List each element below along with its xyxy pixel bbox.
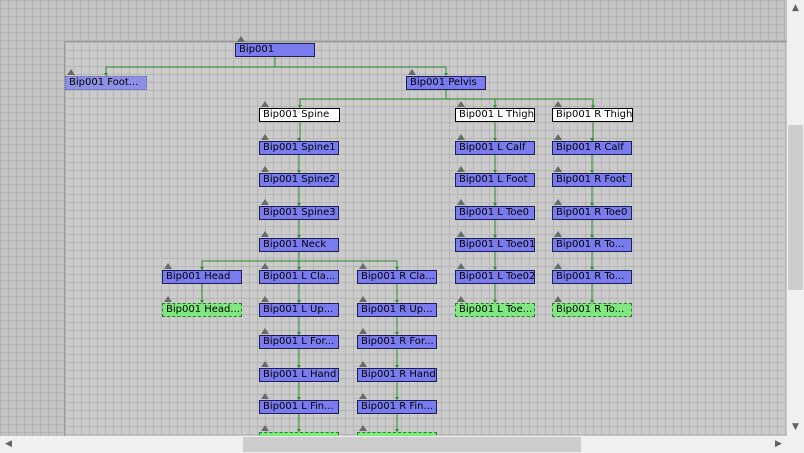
node-lthigh[interactable]: Bip001 L Thigh — [455, 108, 535, 122]
scroll-right-icon[interactable]: ▶ — [770, 436, 787, 453]
expand-triangle-icon[interactable] — [359, 328, 367, 334]
expand-triangle-icon[interactable] — [261, 263, 269, 269]
vertical-scrollbar[interactable]: ▲ ▼ — [787, 0, 804, 436]
node-rfinger[interactable]: Bip001 R Fin... — [357, 400, 437, 414]
expand-triangle-icon[interactable] — [261, 328, 269, 334]
scroll-up-icon[interactable]: ▲ — [787, 0, 804, 17]
expand-triangle-icon[interactable] — [554, 199, 562, 205]
expand-triangle-icon[interactable] — [359, 263, 367, 269]
link-neck-rclav — [298, 252, 398, 270]
expand-triangle-icon[interactable] — [457, 263, 465, 269]
expand-triangle-icon[interactable] — [164, 296, 172, 302]
node-spine3[interactable]: Bip001 Spine3 — [259, 206, 339, 220]
node-rtoenub[interactable]: Bip001 R To... — [552, 303, 632, 317]
link-neck-head — [201, 252, 300, 270]
node-pelvis[interactable]: Bip001 Pelvis — [406, 76, 486, 90]
expand-triangle-icon[interactable] — [408, 69, 416, 75]
expand-triangle-icon[interactable] — [237, 36, 245, 42]
node-lfinger[interactable]: Bip001 L Fin... — [259, 400, 339, 414]
expand-triangle-icon[interactable] — [457, 134, 465, 140]
node-headnub[interactable]: Bip001 Head... — [162, 303, 242, 317]
node-neck[interactable]: Bip001 Neck — [259, 238, 339, 252]
expand-triangle-icon[interactable] — [554, 296, 562, 302]
node-rtoe01[interactable]: Bip001 R To... — [552, 238, 632, 252]
expand-triangle-icon[interactable] — [457, 231, 465, 237]
expand-triangle-icon[interactable] — [359, 393, 367, 399]
node-rthigh[interactable]: Bip001 R Thigh — [552, 108, 633, 122]
node-ltoenub[interactable]: Bip001 L Toe... — [455, 303, 535, 317]
horizontal-scrollbar[interactable]: ◀ ▶ — [0, 436, 787, 453]
vertical-scroll-thumb[interactable] — [788, 125, 803, 290]
node-rcalf[interactable]: Bip001 R Calf — [552, 141, 632, 155]
node-ltoe01[interactable]: Bip001 L Toe01 — [455, 238, 535, 252]
link-root-pelvis — [274, 57, 447, 76]
node-head[interactable]: Bip001 Head — [162, 270, 242, 284]
node-footsteps[interactable]: Bip001 Foot... — [65, 76, 147, 90]
node-spine2[interactable]: Bip001 Spine2 — [259, 173, 339, 187]
node-lcalf[interactable]: Bip001 L Calf — [455, 141, 535, 155]
expand-triangle-icon[interactable] — [261, 393, 269, 399]
scroll-left-icon[interactable]: ◀ — [0, 436, 17, 453]
expand-triangle-icon[interactable] — [261, 199, 269, 205]
node-rforearm[interactable]: Bip001 R For... — [357, 335, 437, 349]
expand-triangle-icon[interactable] — [457, 199, 465, 205]
scrollbar-corner — [787, 436, 804, 453]
link-root-footsteps — [105, 57, 276, 76]
expand-triangle-icon[interactable] — [164, 263, 172, 269]
node-luparm[interactable]: Bip001 L Up... — [259, 303, 339, 317]
node-ltoe0[interactable]: Bip001 L Toe0 — [455, 206, 535, 220]
expand-triangle-icon[interactable] — [457, 166, 465, 172]
node-ltoe02[interactable]: Bip001 L Toe02 — [455, 270, 535, 284]
expand-triangle-icon[interactable] — [261, 166, 269, 172]
node-spine1[interactable]: Bip001 Spine1 — [259, 141, 339, 155]
node-rtoe0[interactable]: Bip001 R Toe0 — [552, 206, 632, 220]
node-lhand[interactable]: Bip001 L Hand — [259, 368, 339, 382]
node-rtoe02[interactable]: Bip001 R To... — [552, 270, 632, 284]
horizontal-scroll-thumb[interactable] — [243, 437, 581, 452]
link-pelvis-spine — [299, 90, 447, 108]
expand-triangle-icon[interactable] — [261, 425, 269, 431]
schematic-view[interactable]: Bip001 Bip001 Foot... Bip001 Pelvis Bip001 … — [0, 0, 787, 436]
expand-triangle-icon[interactable] — [261, 101, 269, 107]
expand-triangle-icon[interactable] — [359, 425, 367, 431]
node-rfoot[interactable]: Bip001 R Foot — [552, 173, 632, 187]
expand-triangle-icon[interactable] — [359, 296, 367, 302]
node-lclav[interactable]: Bip001 L Cla... — [259, 270, 339, 284]
node-spine[interactable]: Bip001 Spine — [259, 108, 340, 122]
expand-triangle-icon[interactable] — [554, 134, 562, 140]
expand-triangle-icon[interactable] — [457, 296, 465, 302]
expand-triangle-icon[interactable] — [554, 263, 562, 269]
node-root[interactable]: Bip001 — [235, 43, 315, 57]
node-ruparm[interactable]: Bip001 R Up... — [357, 303, 437, 317]
node-lfoot[interactable]: Bip001 L Foot — [455, 173, 535, 187]
expand-triangle-icon[interactable] — [67, 69, 75, 75]
expand-triangle-icon[interactable] — [261, 231, 269, 237]
scroll-down-icon[interactable]: ▼ — [787, 419, 804, 436]
expand-triangle-icon[interactable] — [554, 231, 562, 237]
expand-triangle-icon[interactable] — [457, 101, 465, 107]
expand-triangle-icon[interactable] — [261, 361, 269, 367]
node-rhand[interactable]: Bip001 R Hand — [357, 368, 437, 382]
expand-triangle-icon[interactable] — [359, 361, 367, 367]
expand-triangle-icon[interactable] — [554, 166, 562, 172]
link-pelvis-rthigh — [445, 90, 594, 108]
expand-triangle-icon[interactable] — [261, 134, 269, 140]
expand-triangle-icon[interactable] — [261, 296, 269, 302]
expand-triangle-icon[interactable] — [554, 101, 562, 107]
node-rclav[interactable]: Bip001 R Cla... — [357, 270, 437, 284]
node-lforearm[interactable]: Bip001 L For... — [259, 335, 339, 349]
